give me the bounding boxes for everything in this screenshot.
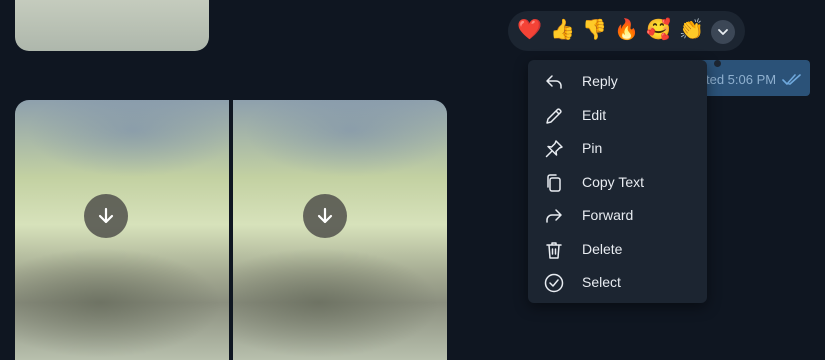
menu-item-label: Delete: [582, 241, 623, 257]
pin-icon: [545, 140, 563, 158]
menu-item-select[interactable]: Select: [528, 266, 707, 299]
menu-item-forward[interactable]: Forward: [528, 199, 707, 232]
menu-item-reply[interactable]: Reply: [528, 65, 707, 98]
reaction-fire[interactable]: 🔥: [614, 19, 639, 41]
photo-message-thumbnail[interactable]: [15, 0, 209, 51]
copy-icon: [547, 174, 561, 192]
reaction-smiling-face-with-hearts[interactable]: 🥰: [646, 19, 671, 41]
menu-item-pin[interactable]: Pin: [528, 132, 707, 165]
menu-item-label: Select: [582, 274, 621, 290]
double-check-icon: [782, 74, 801, 85]
trash-icon: [546, 242, 562, 259]
message-context-menu: Reply Edit Pin Copy Text Forward Delete: [528, 60, 707, 303]
reaction-clapping-hands[interactable]: 👏: [679, 19, 704, 41]
menu-item-label: Forward: [582, 207, 634, 223]
download-button-2[interactable]: [303, 194, 347, 238]
menu-item-delete[interactable]: Delete: [528, 233, 707, 266]
chevron-down-icon: [718, 29, 728, 35]
menu-item-edit[interactable]: Edit: [528, 99, 707, 132]
reaction-thumbs-up[interactable]: 👍: [550, 19, 575, 41]
menu-pointer-dot: [714, 60, 721, 67]
menu-item-copy-text[interactable]: Copy Text: [528, 166, 707, 199]
menu-item-label: Pin: [582, 140, 603, 156]
reaction-thumbs-down[interactable]: 👎: [582, 19, 607, 41]
download-button-1[interactable]: [84, 194, 128, 238]
expand-reactions-button[interactable]: [711, 20, 735, 44]
arrow-down-icon: [317, 207, 333, 224]
message-edited-time: ted 5:06 PM: [706, 72, 777, 87]
menu-item-label: Copy Text: [582, 174, 644, 190]
reply-icon: [546, 75, 562, 89]
menu-item-label: Edit: [582, 107, 607, 123]
pencil-icon: [546, 108, 562, 124]
menu-item-label: Reply: [582, 73, 618, 89]
photo-album-message: [15, 100, 447, 360]
forward-icon: [546, 209, 562, 223]
reaction-heart[interactable]: ❤️: [517, 19, 542, 41]
check-circle-icon: [544, 273, 564, 293]
arrow-down-icon: [98, 207, 114, 224]
